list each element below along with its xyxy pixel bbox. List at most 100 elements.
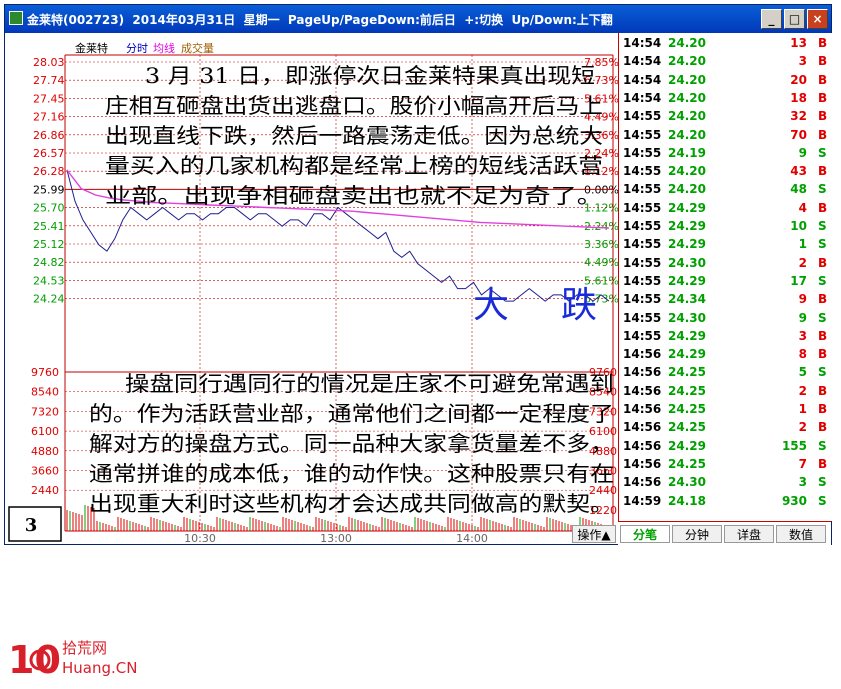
maximize-button[interactable]: □ [784, 9, 805, 29]
tape-side: B [818, 164, 828, 179]
logo-brand: 拾荒网 [62, 639, 107, 657]
tape-row: 14:56 24.25 7 B [619, 456, 832, 474]
tape-row: 14:55 24.29 4 B [619, 200, 832, 218]
tape-volume: 1 [798, 237, 807, 252]
intraday-chart: 金莱特 分时 均线 成交量28.03 7.85%27.74 6.73%27.45 5.61%… [8, 41, 618, 545]
tape-tab-3[interactable]: 数值 [776, 525, 826, 543]
tape-side: B [818, 402, 828, 416]
tape-row: 14:54 24.20 18 B [619, 90, 832, 108]
tape-side: S [818, 475, 827, 490]
tape-volume: 43 [790, 164, 807, 179]
tape-price: 24.29 [668, 219, 706, 233]
price-tick: 26.28 [33, 165, 65, 178]
tape-price: 24.34 [668, 292, 706, 307]
logo-domain: Huang.CN [62, 659, 136, 677]
tape-row: 14:54 24.20 20 B [619, 72, 832, 90]
tape-side: B [818, 54, 828, 69]
tape-volume: 8 [798, 347, 807, 362]
operate-button[interactable]: 操作▲ [572, 525, 616, 543]
tape-volume: 9 [798, 310, 807, 325]
annotation-bottom-line: 出现重大利时这些机构才会达成共同做高的默契。 [89, 492, 614, 516]
tape-volume: 48 [790, 182, 807, 197]
tape-volume: 2 [798, 383, 807, 398]
tape-volume: 1 [798, 402, 807, 416]
tape-row: 14:56 24.25 5 S [619, 364, 832, 382]
trade-tape: 14:54 24.20 13 B 14:54 24.20 3 B 14:54 24.20 20 B 14… [618, 33, 832, 521]
tape-side: S [818, 493, 827, 508]
tape-price: 24.20 [668, 127, 706, 142]
price-tick: 25.99 [33, 183, 65, 196]
tape-tab-0[interactable]: 分笔 [620, 525, 670, 543]
tape-volume: 18 [790, 90, 807, 105]
tape-time: 14:56 [623, 402, 662, 416]
price-tick: 26.86 [33, 129, 65, 142]
price-tick: 25.70 [33, 202, 65, 215]
price-tick: 24.24 [33, 293, 65, 306]
tape-row: 14:55 24.20 43 B [619, 163, 832, 181]
volume-tick: 2440 [31, 484, 59, 497]
tape-price: 24.25 [668, 365, 706, 380]
page-number: 3 [25, 515, 38, 536]
tape-price: 24.20 [668, 109, 706, 124]
tape-time: 14:56 [623, 438, 662, 453]
tape-volume: 10 [790, 219, 807, 233]
tape-time: 14:56 [623, 475, 662, 490]
tape-time: 14:59 [623, 493, 662, 508]
tape-tabs: 操作▲ 分笔 分钟 详盘 数值 [572, 521, 831, 546]
tape-time: 14:55 [623, 145, 662, 160]
tape-tab-2[interactable]: 详盘 [724, 525, 774, 543]
tape-time: 14:56 [623, 383, 662, 398]
annotation-top-line: 庄相互砸盘出货出逃盘口。股价小幅高开后马上 [105, 94, 603, 118]
tape-side: B [818, 90, 828, 105]
tape-side: S [818, 145, 827, 160]
tape-price: 24.30 [668, 255, 706, 270]
tape-side: B [818, 420, 828, 435]
tape-price: 24.25 [668, 456, 706, 471]
price-tick: 27.74 [33, 74, 65, 87]
tape-time: 14:56 [623, 420, 662, 435]
volume-tick: 4880 [31, 445, 59, 458]
price-tick: 27.16 [33, 111, 65, 124]
title-bar: 金莱特(002723) 2014年03月31日 星期一 PageUp/PageD… [5, 5, 831, 33]
tape-side: S [818, 310, 827, 325]
tape-price: 24.29 [668, 200, 706, 215]
tape-price: 24.18 [668, 493, 706, 508]
tape-price: 24.20 [668, 72, 706, 87]
tape-side: B [818, 36, 828, 50]
close-button[interactable]: × [807, 9, 828, 29]
tape-volume: 3 [798, 328, 807, 343]
tape-row: 14:55 24.29 17 S [619, 273, 832, 291]
tape-time: 14:55 [623, 237, 662, 252]
tape-tab-1[interactable]: 分钟 [672, 525, 722, 543]
time-label: 10:30 [184, 532, 216, 545]
app-window: 金莱特(002723) 2014年03月31日 星期一 PageUp/PageD… [4, 4, 832, 546]
tape-volume: 9 [798, 292, 807, 307]
tape-price: 24.19 [668, 145, 706, 160]
tape-row: 14:56 24.29 8 B [619, 346, 832, 364]
tape-volume: 5 [798, 365, 807, 380]
volume-tick: 7320 [31, 405, 59, 418]
minimize-button[interactable]: _ [761, 9, 782, 29]
tab-volume: 成交量 [181, 41, 214, 55]
stock-name-label: 金莱特 [75, 41, 108, 55]
tape-price: 24.20 [668, 90, 706, 105]
tape-time: 14:55 [623, 200, 662, 215]
tape-row: 14:55 24.19 9 S [619, 145, 832, 163]
big-label-die: 跌 [561, 285, 597, 326]
tape-side: S [818, 273, 827, 288]
price-tick: 26.57 [33, 147, 65, 160]
annotation-bottom-line: 解对方的操盘方式。同一品种大家拿货量差不多， [89, 432, 614, 456]
tape-volume: 32 [790, 109, 807, 124]
tape-time: 14:56 [623, 456, 662, 471]
price-tick: 27.45 [33, 92, 65, 105]
tape-row: 14:55 24.29 3 B [619, 328, 832, 346]
tape-volume: 2 [798, 420, 807, 435]
tape-row: 14:59 24.18 930 S [619, 493, 832, 511]
tape-time: 14:54 [623, 90, 662, 105]
tape-row: 14:56 24.25 2 B [619, 383, 832, 401]
tape-time: 14:55 [623, 273, 662, 288]
tape-row: 14:56 24.25 1 B [619, 401, 832, 419]
tape-time: 14:54 [623, 72, 662, 87]
price-tick: 24.53 [33, 274, 65, 287]
tape-price: 24.29 [668, 237, 706, 252]
